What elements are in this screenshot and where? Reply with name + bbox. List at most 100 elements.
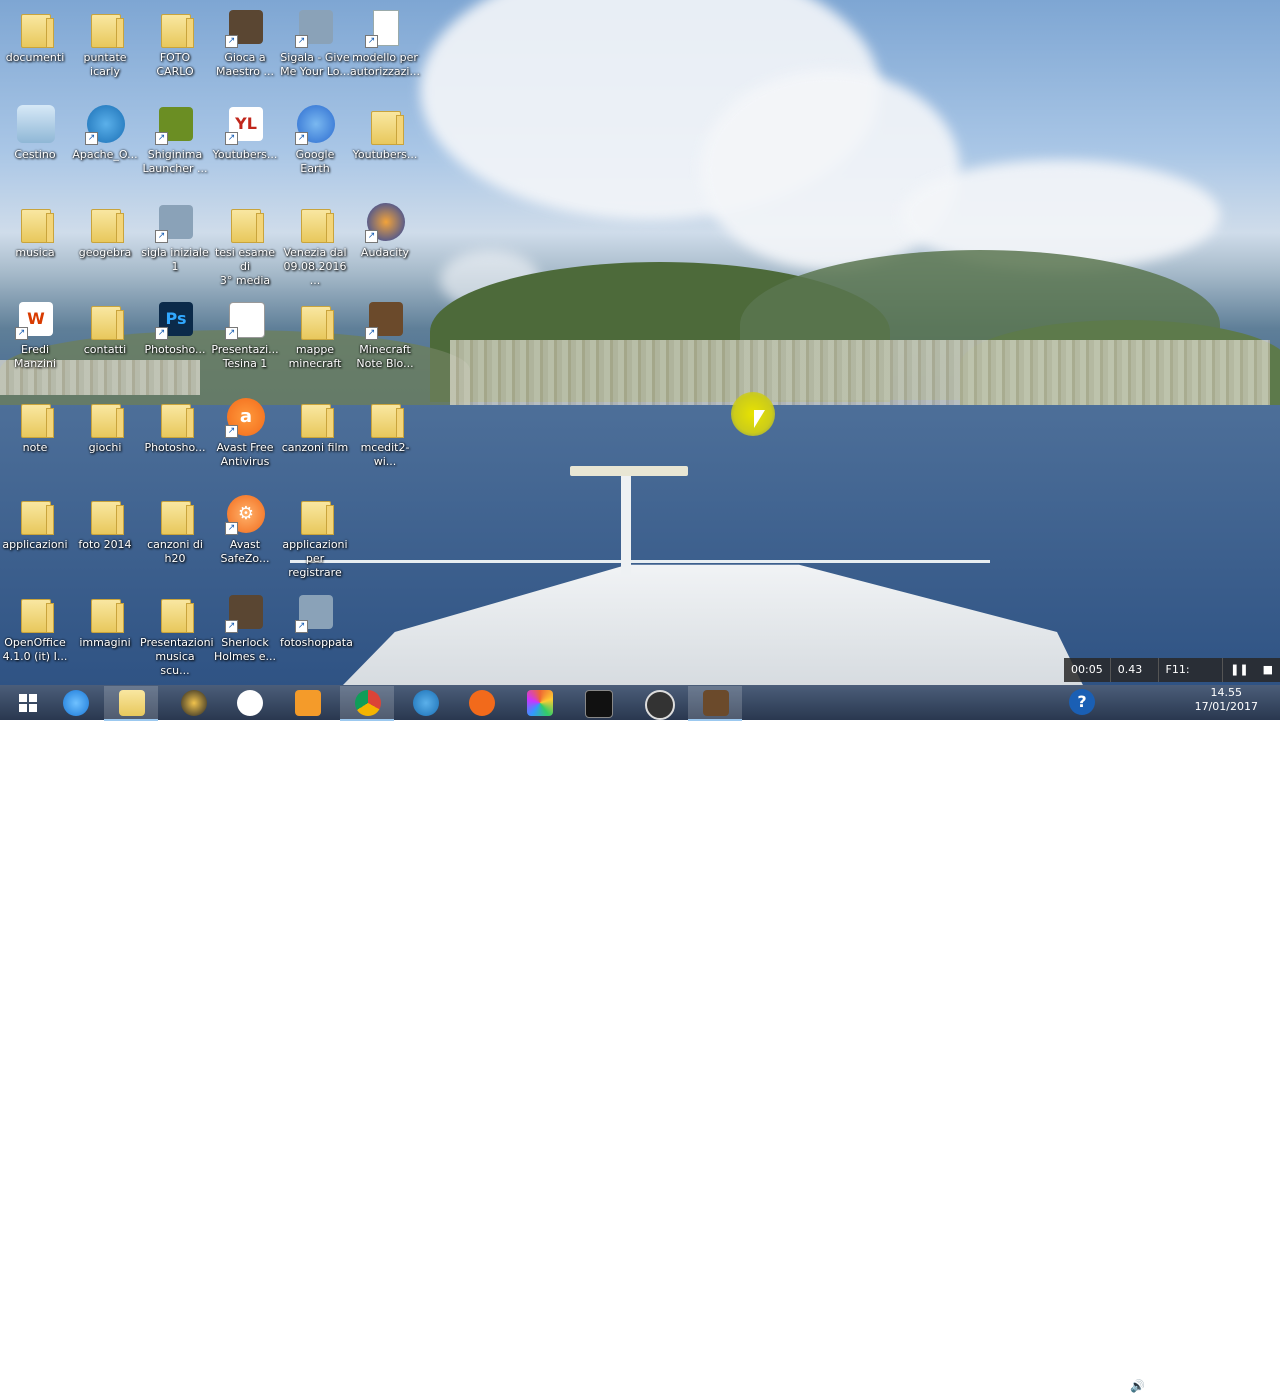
folder-icon	[365, 105, 405, 145]
desktop-icon-label: Youtubers...	[212, 148, 278, 161]
taskbar-app-button[interactable]	[280, 686, 334, 719]
town	[450, 340, 1270, 410]
avast-icon	[469, 690, 495, 716]
taskbar-app-button[interactable]	[570, 686, 624, 719]
desktop-icon[interactable]: contatti	[70, 296, 140, 386]
desktop-icon[interactable]: ↗ Minecraft Note Blo...	[350, 296, 420, 386]
minecraft-icon: ↗	[365, 300, 405, 340]
desktop-icon-label: geogebra	[78, 246, 132, 259]
desktop-icon[interactable]: note	[0, 394, 70, 484]
desktop-icon[interactable]: mcedit2-wi...	[350, 394, 420, 484]
desktop-icon[interactable]: canzoni film	[280, 394, 350, 484]
taskbar-app-button[interactable]	[454, 686, 508, 719]
help-icon[interactable]: ?	[1069, 689, 1095, 715]
desktop-icon[interactable]: geogebra	[70, 199, 140, 289]
desktop-icon[interactable]: Venezia dal 09.08.2016 ...	[280, 199, 350, 289]
desktop-icon[interactable]: ↗ Apache_O...	[70, 101, 140, 191]
desktop-icon-label: Presentazi... Tesina 1	[211, 343, 279, 370]
desktop-icon[interactable]: applicazioni per registrare	[280, 491, 350, 581]
media-player-icon	[181, 690, 207, 716]
system-clock[interactable]: 14.55 17/01/2017	[1195, 686, 1258, 714]
desktop-icon[interactable]: W ↗ Eredi Manzini	[0, 296, 70, 386]
desktop-icon[interactable]: ↗ sigla iniziale 1	[140, 199, 210, 289]
desktop-icon-label: mappe minecraft	[288, 343, 342, 370]
taskbar-app-button[interactable]	[630, 686, 684, 720]
hp-icon	[237, 690, 263, 716]
desktop-icon[interactable]: tesi esame di 3° media	[210, 199, 280, 289]
desktop-icon[interactable]: YL ↗ Youtubers...	[210, 101, 280, 191]
show-hidden-icons-icon[interactable]: ▴	[1110, 1379, 1116, 1393]
desktop-icon[interactable]: ↗ Gioca a Maestro ...	[210, 4, 280, 94]
desktop-icon-label: applicazioni per registrare	[282, 538, 348, 579]
desktop-icon-label: mcedit2-wi...	[360, 441, 410, 468]
office-icon: W ↗	[15, 300, 55, 340]
openoffice-icon: ↗	[85, 105, 125, 145]
cmd-icon	[585, 690, 613, 718]
desktop-icon-label: Cestino	[14, 148, 56, 161]
desktop-icon-label: canzoni film	[281, 441, 349, 454]
desktop-icon[interactable]: documenti	[0, 4, 70, 94]
desktop-icon[interactable]: puntate icarly	[70, 4, 140, 94]
clock-date: 17/01/2017	[1194, 700, 1258, 713]
taskbar-app-button[interactable]	[48, 686, 102, 719]
desktop-icon-label: immagini	[79, 636, 131, 649]
taskbar-app-button[interactable]	[222, 686, 276, 719]
desktop-icon-label: OpenOffice 4.1.0 (it) I...	[2, 636, 68, 663]
desktop-icon[interactable]: Cestino	[0, 101, 70, 191]
desktop-icon[interactable]: canzoni di h20	[140, 491, 210, 581]
volume-icon[interactable]: 🔊	[1130, 1379, 1145, 1393]
desktop-icon[interactable]: ⚙ ↗ Avast SafeZo...	[210, 491, 280, 581]
desktop-icon[interactable]: ↗ Google Earth	[280, 101, 350, 191]
desktop-icon[interactable]: ↗ fotoshoppata	[280, 589, 353, 679]
desktop-icon[interactable]: foto 2014	[70, 491, 140, 581]
desktop-icon[interactable]: giochi	[70, 394, 140, 484]
desktop-icon-label: Sherlock Holmes e...	[213, 636, 277, 663]
recycle-bin-icon	[15, 105, 55, 145]
yl-icon: YL ↗	[225, 105, 265, 145]
folder-icon	[295, 203, 335, 243]
desktop-icon[interactable]: ↗ Presentazi... Tesina 1	[210, 296, 280, 386]
taskbar-app-button[interactable]	[340, 686, 394, 721]
shortcut-arrow-icon: ↗	[155, 327, 168, 340]
desktop-icon[interactable]: ↗ Shiginima Launcher ...	[140, 101, 210, 191]
folder-icon	[365, 398, 405, 438]
desktop-icon[interactable]: mappe minecraft	[280, 296, 350, 386]
desktop-icon[interactable]: a ↗ Avast Free Antivirus	[210, 394, 280, 484]
pause-icon[interactable]: ❚❚	[1223, 658, 1255, 682]
start-icon	[15, 690, 41, 716]
screen-recorder-bar[interactable]: 00:05 0.43 Mb F11: Arresta ❚❚ ■	[1064, 658, 1280, 682]
taskbar-app-button[interactable]	[104, 686, 158, 721]
desktop-icon[interactable]: ↗ Audacity	[350, 199, 420, 289]
taskbar-app-button[interactable]	[512, 686, 566, 719]
start-button[interactable]	[0, 686, 54, 719]
desktop-icon[interactable]: Ps ↗ Photosho...	[140, 296, 210, 386]
battery-icon[interactable]: ▯	[1178, 1379, 1185, 1393]
google-earth-icon: ↗	[295, 105, 335, 145]
presentation-icon: ↗	[225, 300, 265, 340]
taskbar-app-button[interactable]	[166, 686, 220, 719]
desktop-icon[interactable]: ↗ modello per autorizzazi...	[350, 4, 420, 94]
folder-icon	[15, 495, 55, 535]
desktop-icon[interactable]: ↗ Sherlock Holmes e...	[210, 589, 280, 679]
desktop-icon[interactable]: immagini	[70, 589, 140, 679]
desktop-icon-label: Venezia dal 09.08.2016 ...	[283, 246, 347, 287]
desktop-icon[interactable]: applicazioni	[0, 491, 70, 581]
desktop-icon[interactable]: Presentazioni musica scu...	[140, 589, 214, 679]
openoffice-icon	[413, 690, 439, 716]
desktop-icon-label: Eredi Manzini	[13, 343, 57, 370]
desktop-icon-label: note	[22, 441, 48, 454]
desktop-icon[interactable]: Youtubers...	[350, 101, 420, 191]
chrome-icon	[355, 690, 381, 716]
desktop-icon[interactable]: FOTO CARLO	[140, 4, 210, 94]
desktop-icon[interactable]: Photosho...	[140, 394, 210, 484]
taskbar-app-button[interactable]	[398, 686, 452, 719]
stop-icon[interactable]: ■	[1256, 658, 1280, 682]
folder-icon	[295, 300, 335, 340]
folder-icon	[85, 203, 125, 243]
taskbar: ? ▴ 🔊 ▂▄▆ ▯	[0, 685, 1280, 1393]
desktop-icon[interactable]: musica	[0, 199, 70, 289]
desktop-icon[interactable]: ↗ Sigala - Give Me Your Lo...	[280, 4, 350, 94]
desktop-icon[interactable]: OpenOffice 4.1.0 (it) I...	[0, 589, 70, 679]
desktop-icon-label: Presentazioni musica scu...	[140, 636, 214, 677]
taskbar-app-button[interactable]	[688, 686, 742, 721]
